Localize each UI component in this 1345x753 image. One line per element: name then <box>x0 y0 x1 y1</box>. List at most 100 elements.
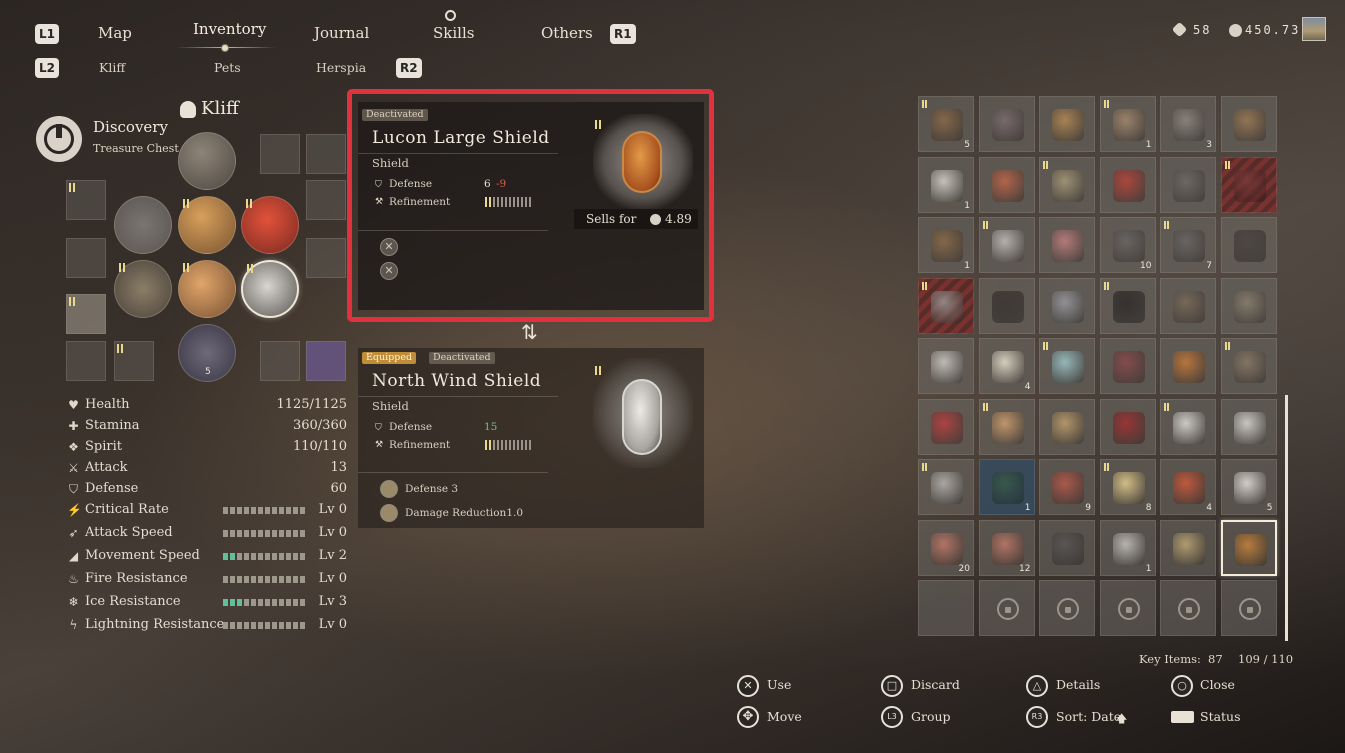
inventory-slot[interactable] <box>1039 398 1095 455</box>
inventory-slot[interactable] <box>1039 277 1095 334</box>
lantern-slot[interactable] <box>306 180 346 220</box>
inventory-slot[interactable]: 3 <box>1160 96 1216 152</box>
tab-map[interactable]: Map <box>98 24 132 42</box>
inventory-slot[interactable]: 8 <box>1099 459 1156 515</box>
use-action-label[interactable]: Use <box>767 677 791 692</box>
tab-journal[interactable]: Journal <box>314 24 369 42</box>
main-weapon-slot[interactable] <box>114 260 172 318</box>
square-button-icon[interactable]: □ <box>881 675 903 697</box>
armor-slot[interactable] <box>178 196 236 254</box>
r1-button-prompt[interactable]: R1 <box>610 24 636 44</box>
inventory-slot[interactable]: 1 <box>918 156 974 213</box>
inventory-slot[interactable]: 7 <box>1160 217 1216 273</box>
subtab-pets[interactable]: Pets <box>214 60 241 75</box>
accessory-slot-2[interactable] <box>306 134 346 174</box>
move-action-label[interactable]: Move <box>767 709 802 724</box>
inventory-slot[interactable] <box>1099 338 1156 394</box>
l1-button-prompt[interactable]: L1 <box>35 24 59 44</box>
inventory-slot[interactable] <box>1220 217 1277 273</box>
tab-others[interactable]: Others <box>541 24 593 42</box>
glove-accessory-slot[interactable] <box>306 341 346 381</box>
pouch-slot[interactable] <box>66 180 106 220</box>
inventory-slot[interactable] <box>1220 338 1277 394</box>
inventory-slot[interactable]: 10 <box>1099 217 1156 273</box>
inventory-slot[interactable] <box>1160 277 1216 334</box>
locked-inventory-slot[interactable] <box>1099 580 1156 636</box>
inventory-slot[interactable] <box>1099 398 1156 455</box>
inventory-slot[interactable] <box>1039 519 1095 576</box>
accessory-slot-1[interactable] <box>260 134 300 174</box>
inventory-slot[interactable] <box>1220 398 1277 455</box>
inventory-slot[interactable]: 4 <box>978 338 1035 394</box>
boots-slot[interactable]: 5 <box>178 324 236 382</box>
gloves-slot[interactable] <box>178 260 236 318</box>
inventory-slot[interactable] <box>1220 96 1277 152</box>
cape-slot[interactable] <box>241 196 299 254</box>
dpad-icon[interactable]: ✥ <box>737 706 759 728</box>
inventory-slot[interactable] <box>1160 398 1216 455</box>
locked-inventory-slot[interactable] <box>978 580 1035 636</box>
cross-button-icon[interactable]: ✕ <box>737 675 759 697</box>
locked-inventory-slot[interactable] <box>1039 580 1095 636</box>
helmet-slot[interactable] <box>178 132 236 190</box>
cloak-slot[interactable] <box>114 196 172 254</box>
inventory-slot[interactable] <box>1039 96 1095 152</box>
tab-inventory[interactable]: Inventory <box>193 20 266 38</box>
tab-skills[interactable]: Skills <box>433 24 474 42</box>
inventory-slot[interactable]: 4 <box>1160 459 1216 515</box>
inventory-slot[interactable] <box>1039 338 1095 394</box>
inventory-slot[interactable] <box>1039 217 1095 273</box>
subtab-kliff[interactable]: Kliff <box>99 60 125 75</box>
inventory-slot[interactable]: 1 <box>1099 519 1156 576</box>
inventory-slot[interactable]: 9 <box>1039 459 1095 515</box>
inventory-slot[interactable] <box>978 156 1035 213</box>
inventory-slot[interactable] <box>918 398 974 455</box>
ring-slot[interactable] <box>114 341 154 381</box>
sort-action-label[interactable]: Sort: Date <box>1056 709 1121 724</box>
inventory-slot[interactable] <box>1099 277 1156 334</box>
inventory-slot[interactable]: 1 <box>1099 96 1156 152</box>
inventory-slot[interactable] <box>1160 338 1216 394</box>
inventory-slot[interactable]: 1 <box>978 459 1035 515</box>
inventory-slot[interactable] <box>1039 156 1095 213</box>
discard-action-label[interactable]: Discard <box>911 677 960 692</box>
inventory-slot[interactable] <box>1160 519 1216 576</box>
inventory-scrollbar[interactable] <box>1285 395 1288 641</box>
inventory-slot[interactable] <box>978 398 1035 455</box>
inventory-slot[interactable] <box>1160 156 1216 213</box>
inventory-slot[interactable]: 12 <box>978 519 1035 576</box>
details-action-label[interactable]: Details <box>1056 677 1100 692</box>
inventory-slot[interactable] <box>978 96 1035 152</box>
circle-button-icon[interactable]: ○ <box>1171 675 1193 697</box>
rune-slot[interactable] <box>306 238 346 278</box>
locked-inventory-slot[interactable] <box>1160 580 1216 636</box>
locked-inventory-slot[interactable] <box>1220 580 1277 636</box>
subtab-herspia[interactable]: Herspia <box>316 60 366 75</box>
close-action-label[interactable]: Close <box>1200 677 1235 692</box>
minimap-thumbnail[interactable] <box>1302 17 1326 41</box>
sword-slot[interactable] <box>66 294 106 334</box>
inventory-slot[interactable] <box>978 277 1035 334</box>
dagger-slot[interactable] <box>66 341 106 381</box>
inventory-slot[interactable]: 5 <box>1220 459 1277 515</box>
inventory-slot[interactable] <box>1220 519 1277 576</box>
inventory-slot[interactable]: 1 <box>918 217 974 273</box>
inventory-slot[interactable] <box>1099 156 1156 213</box>
touchpad-icon[interactable] <box>1171 711 1194 723</box>
triangle-button-icon[interactable]: △ <box>1026 675 1048 697</box>
status-action-label[interactable]: Status <box>1200 709 1241 724</box>
group-action-label[interactable]: Group <box>911 709 951 724</box>
empty-inventory-slot[interactable] <box>918 580 974 636</box>
inventory-slot[interactable] <box>1220 277 1277 334</box>
amulet-slot[interactable] <box>260 341 300 381</box>
inventory-slot[interactable] <box>978 217 1035 273</box>
l3-button-icon[interactable]: L3 <box>881 706 903 728</box>
inventory-slot[interactable] <box>1220 156 1277 213</box>
l2-button-prompt[interactable]: L2 <box>35 58 59 78</box>
inventory-slot[interactable]: 5 <box>918 96 974 152</box>
spear-slot[interactable] <box>66 238 106 278</box>
r2-button-prompt[interactable]: R2 <box>396 58 422 78</box>
inventory-slot[interactable]: 20 <box>918 519 974 576</box>
inventory-slot[interactable] <box>918 338 974 394</box>
r3-button-icon[interactable]: R3 <box>1026 706 1048 728</box>
